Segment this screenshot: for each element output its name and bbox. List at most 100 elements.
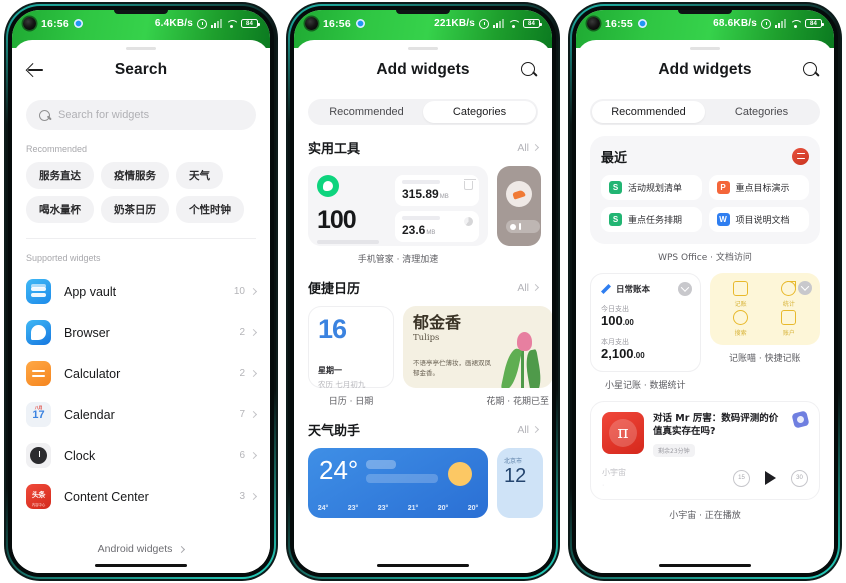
widget-quick-ledger[interactable]: 记账 统计 搜索 账户: [709, 273, 820, 345]
section-header-utility: 实用工具 All: [294, 138, 552, 157]
trash-icon: [463, 178, 476, 190]
quick-cell-account[interactable]: 账户: [766, 310, 812, 337]
search-icon[interactable]: [520, 61, 538, 79]
signal-icon: [493, 19, 504, 28]
widget-caption: 日历 · 日期: [328, 397, 374, 407]
list-item[interactable]: S 重点任务排期: [601, 207, 702, 232]
rewind-button[interactable]: 15: [733, 469, 750, 487]
manager-tile-storage[interactable]: 23.6MB: [395, 211, 479, 242]
list-item[interactable]: S 活动规划清单: [601, 175, 702, 200]
widget-phone-manager[interactable]: 100 315.89MB 23.6MB: [308, 166, 488, 246]
widget-calendar[interactable]: 16 星期一 农历 七月初九: [308, 306, 394, 389]
podcast-app-badge-icon: [791, 410, 810, 429]
manager-tile-cache[interactable]: 315.89MB: [395, 175, 479, 206]
tab-recommended[interactable]: Recommended: [310, 101, 423, 123]
sidebar-item-content-center[interactable]: 头条 内容中心 Content Center 3: [26, 476, 258, 517]
add-widgets-navbar: Add widgets: [576, 50, 834, 90]
quick-cell-search[interactable]: 搜索: [718, 310, 764, 337]
edit-icon: [733, 281, 749, 296]
widget-peek-card[interactable]: [497, 166, 541, 246]
add-widgets-sheet: Add widgets Recommended Categories 实用工具 …: [294, 40, 552, 573]
search-icon[interactable]: [802, 61, 820, 79]
section-all-link[interactable]: All: [517, 142, 540, 154]
section-all-link[interactable]: All: [517, 282, 540, 294]
signal-icon: [775, 19, 786, 28]
chip-fuwuzhida[interactable]: 服务直达: [26, 162, 94, 189]
quick-label: 统计: [782, 301, 795, 308]
tab-categories[interactable]: Categories: [423, 101, 536, 123]
sidebar-item-calendar[interactable]: 八月 17 Calendar 7: [26, 394, 258, 435]
content-center-badge: 头条: [31, 491, 46, 499]
podcast-remaining: 剩余23分钟: [653, 444, 695, 458]
sidebar-item-browser[interactable]: Browser 2: [26, 312, 258, 353]
section-all-link[interactable]: All: [517, 424, 540, 436]
list-item[interactable]: W 项目说明文档: [708, 207, 809, 232]
camera-punch-hole-icon: [305, 17, 318, 30]
add-widgets-sheet: Add widgets Recommended Categories 最近 S: [576, 40, 834, 573]
page-title: Search: [114, 61, 168, 78]
sidebar-item-app-vault[interactable]: App vault 10: [26, 271, 258, 312]
chip-heshuiliangbei[interactable]: 喝水量杯: [26, 196, 94, 223]
section-header-calendar: 便捷日历 All: [294, 278, 552, 297]
chip-tianqi[interactable]: 天气: [176, 162, 223, 189]
home-indicator[interactable]: [377, 563, 469, 567]
wifi-icon: [790, 19, 801, 28]
alarm-icon: [479, 18, 489, 29]
chevron-right-icon: [249, 369, 258, 378]
calendar-icon: 八月 17: [26, 402, 51, 427]
chevron-right-icon: [249, 328, 258, 337]
today-cents: .00: [622, 318, 634, 327]
recommended-chips: 服务直达 疫情服务 天气 喝水量杯 奶茶日历 个性时钟: [12, 162, 270, 223]
doc-name: 活动规划清单: [628, 184, 683, 194]
chip-naichariLi[interactable]: 奶茶日历: [101, 196, 169, 223]
widget-count: 7: [239, 409, 245, 420]
chip-gexingshizhong[interactable]: 个性时钟: [176, 196, 244, 223]
chip-yiqingfuwu[interactable]: 疫情服务: [101, 162, 169, 189]
chevron-right-icon: [178, 545, 186, 553]
recent-title: 最近: [601, 151, 628, 166]
podcast-artwork: π: [602, 411, 644, 454]
android-widgets-link[interactable]: Android widgets: [12, 543, 270, 555]
search-icon: [733, 310, 749, 325]
chevron-right-icon: [531, 143, 540, 152]
wifi-icon: [226, 19, 237, 28]
finance-widget-row: 日常账本 今日支出 100.00 本月支出 2,100.00 小星记账 · 数据…: [576, 273, 834, 391]
forward-button[interactable]: 30: [791, 469, 808, 487]
quick-label: 账户: [782, 330, 795, 337]
app-name: Clock: [64, 448, 96, 463]
quick-cell-record[interactable]: 记账: [718, 281, 764, 308]
section-title: 便捷日历: [308, 282, 361, 297]
list-item[interactable]: P 重点目标演示: [708, 175, 809, 200]
widget-weather[interactable]: 24° 24° 23° 23° 21° 20° 20°: [308, 448, 488, 518]
location-indicator-icon: [73, 19, 83, 28]
back-arrow-icon[interactable]: [26, 60, 46, 80]
cache-unit: MB: [439, 194, 449, 200]
chevron-right-icon: [249, 410, 258, 419]
tab-categories[interactable]: Categories: [705, 101, 818, 123]
content-center-badge-sub: 内容中心: [31, 503, 46, 507]
weather-placeholder-line-2: [366, 474, 438, 483]
search-field-wrapper[interactable]: [26, 100, 256, 130]
search-input[interactable]: [58, 109, 244, 121]
app-vault-icon: [26, 279, 51, 304]
weather-widget-row: 24° 24° 23° 23° 21° 20° 20° 北京市 12: [294, 439, 552, 518]
sun-icon: [448, 462, 472, 486]
calendar-weekday: 星期一: [318, 366, 342, 375]
widget-count: 10: [233, 286, 245, 297]
widget-tulip[interactable]: 郁金香 Tulips 不语亭亭伫薄妆，画裙双凤郁金香。: [403, 306, 552, 388]
camera-punch-hole-icon: [587, 17, 600, 30]
download-icon[interactable]: [798, 281, 812, 295]
widget-ledger[interactable]: 日常账本 今日支出 100.00 本月支出 2,100.00: [590, 273, 701, 372]
home-indicator[interactable]: [659, 563, 751, 567]
home-indicator[interactable]: [95, 563, 187, 567]
download-icon[interactable]: [677, 282, 692, 296]
widget-wps-recent[interactable]: 最近 S 活动规划清单 P 重点目标演示 S 重点任务排期 W 项目说明文档: [590, 136, 820, 244]
widget-podcast[interactable]: π 对话 Mr 厉害：数码评测的价值真实存在吗? 剩余23分钟 小宇宙 · 15…: [590, 400, 820, 501]
widget-weather-secondary[interactable]: 北京市 12: [497, 448, 543, 518]
sidebar-item-clock[interactable]: Clock 6: [26, 435, 258, 476]
play-icon[interactable]: [765, 471, 776, 486]
clock-icon: [26, 443, 51, 468]
sidebar-item-calculator[interactable]: Calculator 2: [26, 353, 258, 394]
quick-label: 搜索: [734, 330, 747, 337]
tab-recommended[interactable]: Recommended: [592, 101, 705, 123]
